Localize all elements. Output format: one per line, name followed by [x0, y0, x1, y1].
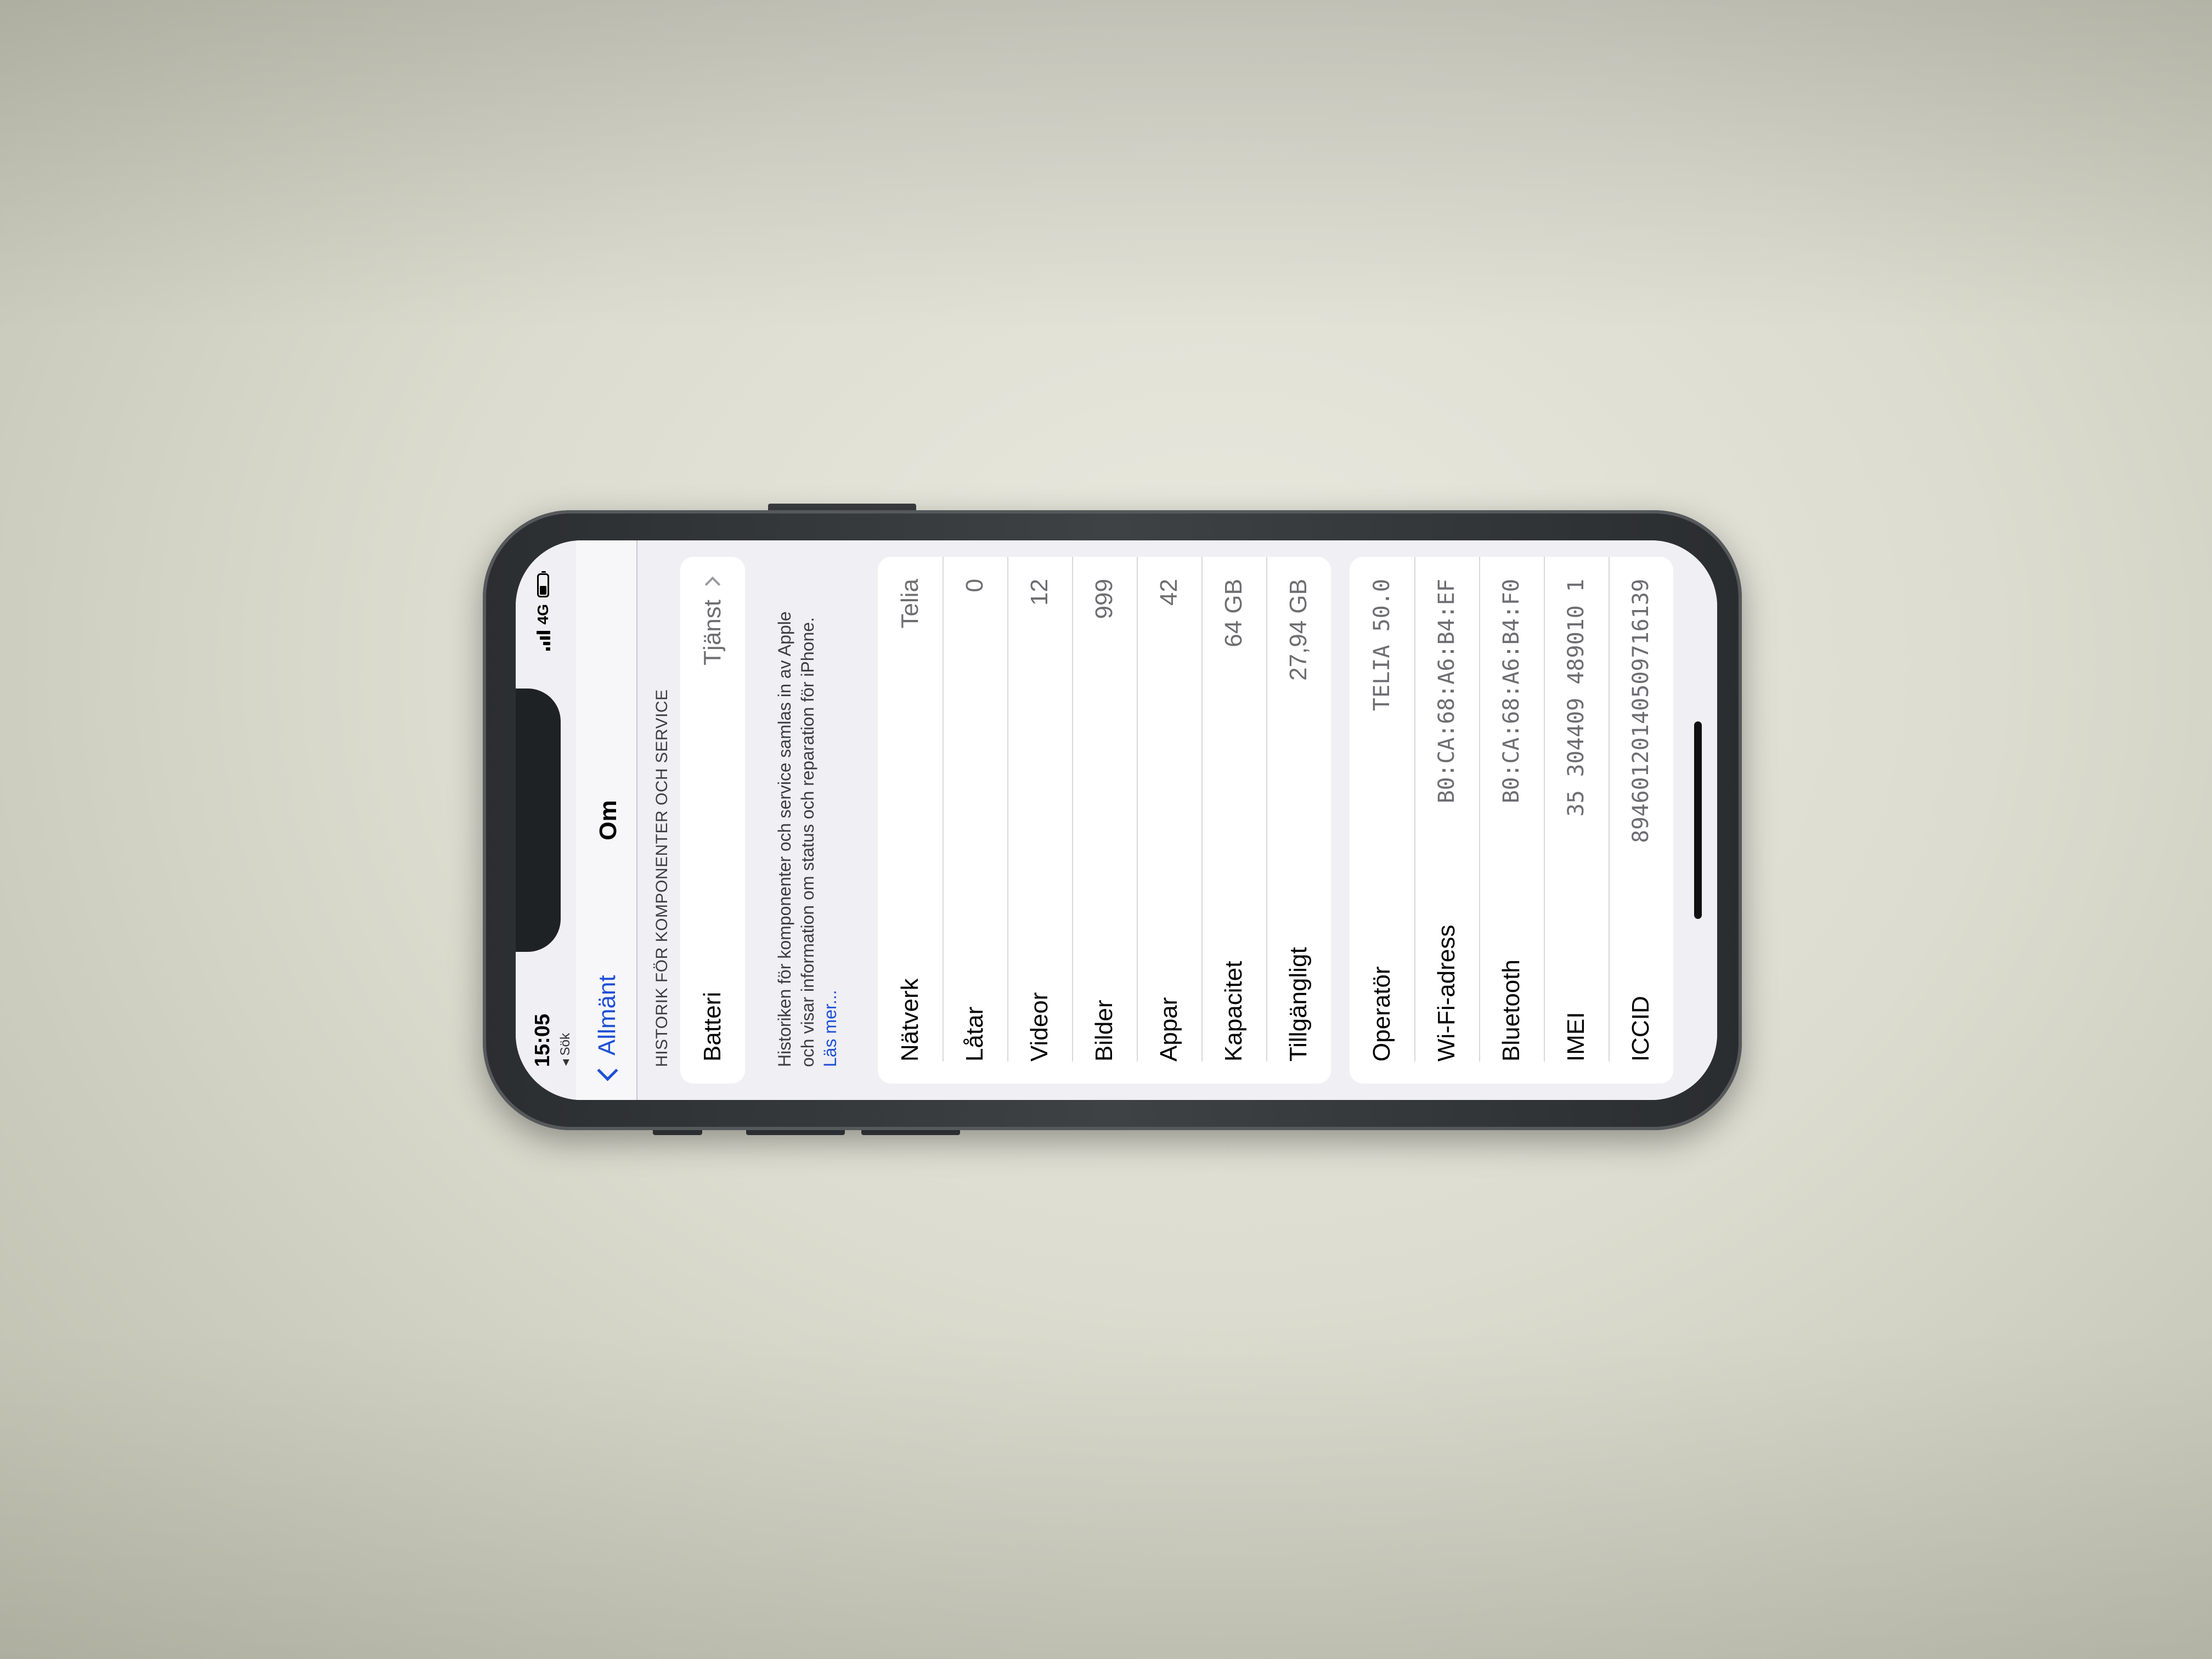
component-history-group: Batteri Tjänst	[680, 557, 745, 1084]
row-value: 64 GB	[1220, 579, 1247, 647]
info-row-available: Tillgängligt 27,94 GB	[1266, 557, 1331, 1084]
row-label: Bilder	[1091, 1000, 1118, 1062]
row-value: Telia	[896, 579, 923, 629]
row-label: Bluetooth	[1498, 960, 1525, 1062]
row-label: Nätverk	[896, 978, 923, 1062]
row-label: IMEI	[1562, 1012, 1589, 1062]
info-row-photos: Bilder 999	[1072, 557, 1137, 1084]
read-more-link[interactable]: Läs mer...	[820, 990, 840, 1068]
row-value: TELIA 50.0	[1369, 579, 1395, 711]
status-time: 15:05	[531, 1013, 554, 1067]
row-label: ICCID	[1627, 996, 1654, 1062]
battery-service-row[interactable]: Batteri Tjänst	[680, 557, 745, 1084]
device-row-imei: IMEI 35 304409 489010 1	[1544, 557, 1609, 1084]
component-history-header: HISTORIK FÖR KOMPONENTER OCH SERVICE	[653, 689, 671, 1067]
device-row-wifi-address: Wi-Fi-adress B0:CA:68:A6:B4:EF	[1414, 557, 1479, 1084]
status-bar: 15:05 ◂ Sök 4G	[516, 540, 576, 1100]
row-value: 0	[961, 579, 988, 592]
battery-icon	[537, 573, 549, 597]
row-value: B0:CA:68:A6:B4:EF	[1434, 579, 1459, 804]
phone-screen: 15:05 ◂ Sök 4G Allmänt Om HISTORIK FÖR K…	[516, 540, 1717, 1100]
row-value: B0:CA:68:A6:B4:F0	[1499, 579, 1524, 804]
info-row-network: Nätverk Telia	[878, 557, 943, 1084]
row-value: 999	[1091, 579, 1118, 619]
row-label: Kapacitet	[1220, 961, 1247, 1062]
row-value: 42	[1155, 579, 1182, 606]
row-label: Tillgängligt	[1285, 947, 1312, 1062]
row-label: Wi-Fi-adress	[1433, 924, 1460, 1062]
row-value: Tjänst	[699, 600, 726, 665]
network-type: 4G	[534, 604, 551, 625]
info-row-capacity: Kapacitet 64 GB	[1201, 557, 1266, 1084]
back-to-app-link[interactable]: ◂ Sök	[557, 1033, 573, 1066]
row-label: Videor	[1026, 992, 1053, 1062]
footnote-text: Historiken för komponenter och service s…	[775, 611, 817, 1067]
row-value: 27,94 GB	[1285, 579, 1312, 681]
cellular-signal-icon	[536, 631, 550, 651]
component-history-footnote: Historiken för komponenter och service s…	[774, 584, 842, 1067]
info-row-songs: Låtar 0	[943, 557, 1007, 1084]
settings-about-screen: 15:05 ◂ Sök 4G Allmänt Om HISTORIK FÖR K…	[516, 540, 1717, 1100]
device-row-carrier: Operatör TELIA 50.0	[1350, 557, 1414, 1084]
device-row-iccid: ICCID 8946012014050971613​9	[1609, 557, 1673, 1084]
row-label: Appar	[1155, 997, 1182, 1062]
chevron-right-icon	[704, 576, 721, 592]
page-title: Om	[595, 800, 622, 840]
row-value: 35 304409 489010 1	[1564, 579, 1589, 817]
row-label: Batteri	[699, 991, 726, 1062]
row-label: Operatör	[1368, 966, 1395, 1062]
row-label: Låtar	[961, 1006, 988, 1062]
device-row-bluetooth: Bluetooth B0:CA:68:A6:B4:F0	[1479, 557, 1544, 1084]
info-row-videos: Videor 12	[1007, 557, 1072, 1084]
row-value: 8946012014050971613​9	[1628, 579, 1654, 843]
navigation-bar: Allmänt Om	[576, 540, 637, 1100]
info-group: Nätverk Telia Låtar 0 Videor 12 Bilder 9…	[878, 557, 1331, 1084]
home-indicator[interactable]	[1694, 721, 1702, 919]
device-group: Operatör TELIA 50.0 Wi-Fi-adress B0:CA:6…	[1350, 557, 1673, 1084]
row-value: 12	[1026, 579, 1053, 606]
status-indicators: 4G	[534, 573, 552, 651]
info-row-apps: Appar 42	[1137, 557, 1201, 1084]
